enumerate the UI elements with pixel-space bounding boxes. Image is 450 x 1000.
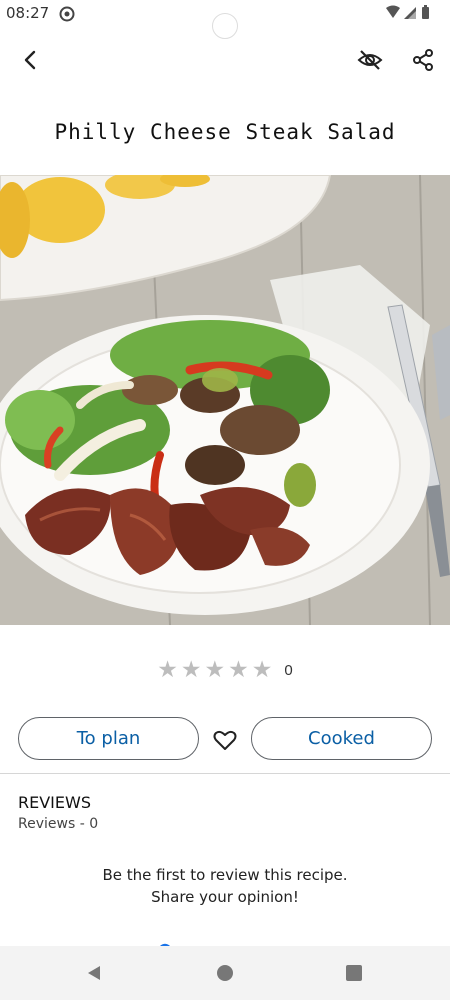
rating-star-icon[interactable]: ★ (181, 658, 202, 682)
notification-icon (59, 6, 75, 22)
rating-star-icon[interactable]: ★ (157, 658, 178, 682)
heart-outline-icon (213, 730, 237, 750)
rating-row: ★ ★ ★ ★ ★ 0 (0, 655, 450, 685)
nav-back-button[interactable] (81, 960, 107, 986)
eye-off-icon (357, 50, 383, 70)
favorite-button[interactable] (209, 725, 241, 755)
rating-star-icon[interactable]: ★ (228, 658, 249, 682)
nav-home-icon (217, 965, 233, 981)
nav-home-button[interactable] (212, 960, 238, 986)
back-arrow-icon (24, 50, 36, 70)
system-status-icons (386, 5, 429, 19)
system-nav-bar (0, 946, 450, 1000)
hide-recipe-button[interactable] (350, 40, 390, 80)
camera-cutout (212, 13, 238, 39)
back-button[interactable] (11, 40, 51, 80)
nav-back-icon (88, 966, 100, 980)
nav-recents-button[interactable] (341, 960, 367, 986)
rating-stars[interactable]: ★ ★ ★ ★ ★ (157, 658, 273, 682)
recipe-photo (0, 175, 450, 625)
section-divider (0, 773, 450, 774)
recipe-title: Philly Cheese Steak Salad (54, 120, 396, 144)
to-plan-button[interactable]: To plan (18, 717, 199, 760)
reviews-heading: REVIEWS (18, 793, 91, 812)
rating-star-icon[interactable]: ★ (205, 658, 226, 682)
reviews-empty-message: Be the first to review this recipe. Shar… (102, 866, 348, 906)
reviews-count: Reviews - 0 (18, 816, 99, 832)
nav-recents-icon (346, 965, 362, 981)
rating-count: 0 (284, 661, 293, 679)
rating-star-icon[interactable]: ★ (252, 658, 273, 682)
top-toolbar (0, 40, 450, 84)
cooked-button[interactable]: Cooked (251, 717, 432, 760)
share-icon (413, 49, 433, 71)
share-button[interactable] (403, 40, 443, 80)
status-time: 08:27 (6, 4, 50, 22)
